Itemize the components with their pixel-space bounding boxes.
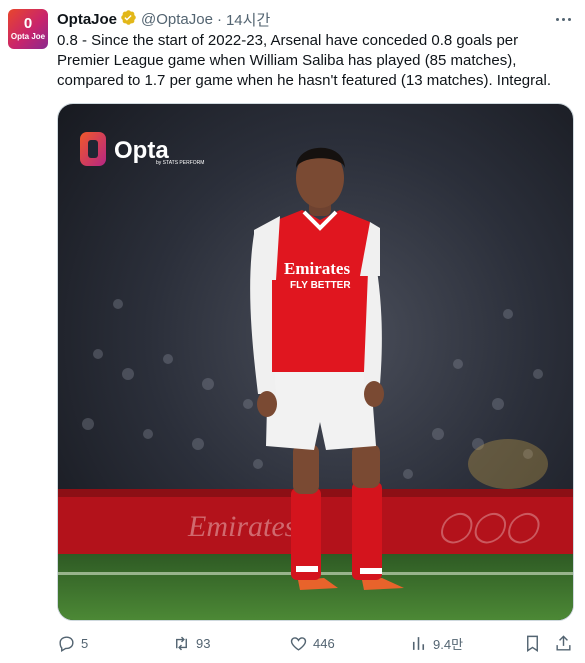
author-name[interactable]: OptaJoe <box>57 11 117 28</box>
tweet-photo[interactable]: Emirates ◯◯◯ Opta by STATS PERFORM Emira… <box>57 103 574 621</box>
tweet-actions: 5 93 446 9.4만 <box>57 632 574 654</box>
author-avatar[interactable]: 0 Opta Joe <box>8 9 48 49</box>
share-button[interactable] <box>554 632 578 654</box>
reply-icon <box>59 635 74 652</box>
verified-badge-icon[interactable] <box>120 9 137 30</box>
repost-count: 93 <box>196 635 211 651</box>
heart-icon <box>290 636 307 651</box>
more-options-icon[interactable] <box>553 10 573 28</box>
shirt-sponsor-line2: FLY BETTER <box>290 280 351 291</box>
opta-logo-sub: by STATS PERFORM <box>156 160 204 166</box>
like-count: 446 <box>313 635 335 651</box>
tweet-header: OptaJoe @OptaJoe · 14시간 <box>57 9 270 29</box>
svg-text:◯◯◯: ◯◯◯ <box>438 510 542 544</box>
bookmark-button[interactable] <box>523 632 547 654</box>
reply-count: 5 <box>81 635 89 651</box>
views-button[interactable]: 9.4만 <box>409 632 463 654</box>
author-handle[interactable]: @OptaJoe <box>141 11 213 28</box>
tweet-timestamp[interactable]: 14시간 <box>226 9 270 30</box>
avatar-text: Opta Joe <box>10 32 46 41</box>
views-chart-icon <box>412 636 425 650</box>
views-count: 9.4만 <box>433 636 464 652</box>
stand-sponsor-text: Emirates <box>187 510 296 543</box>
opta-glyph-icon: 0 <box>23 15 33 32</box>
shirt-sponsor-line1: Emirates <box>284 259 350 278</box>
reply-button[interactable]: 5 <box>57 632 88 654</box>
repost-icon <box>176 636 187 650</box>
repost-button[interactable]: 93 <box>172 632 210 654</box>
separator-dot: · <box>216 10 222 28</box>
bookmark-icon <box>527 635 538 652</box>
like-button[interactable]: 446 <box>289 632 335 654</box>
share-icon <box>556 634 571 651</box>
tweet-text: 0.8 - Since the start of 2022-23, Arsena… <box>57 32 551 89</box>
